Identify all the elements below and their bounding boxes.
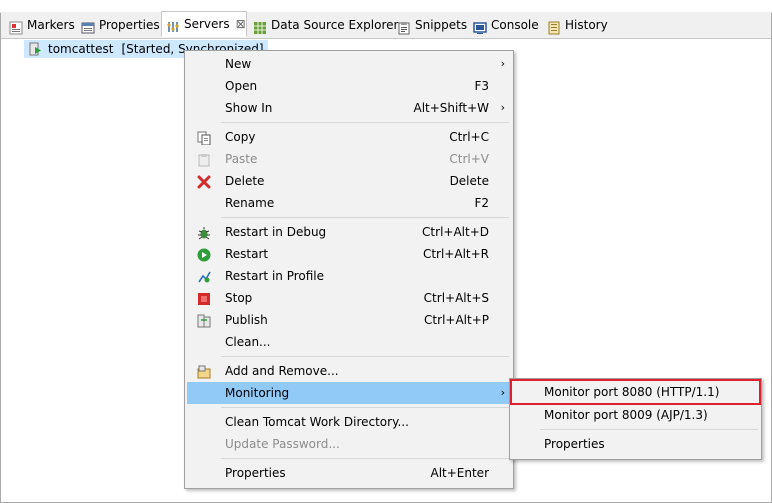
menu-item-shortcut: Ctrl+V <box>449 152 489 166</box>
submenu-arrow-icon: › <box>500 57 505 70</box>
stop-icon <box>197 291 211 305</box>
tab-properties[interactable]: Properties <box>81 12 160 38</box>
menu-item-label: Update Password... <box>225 437 340 451</box>
submenu-item-monitor-port-8009[interactable]: Monitor port 8009 (AJP/1.3) <box>512 404 759 426</box>
view-tab-bar: Markers Properties Servers ⊠ Data Source… <box>1 11 771 39</box>
context-menu: New › Open F3 Show In Alt+Shift+W › Copy… <box>184 50 514 489</box>
server-started-icon <box>28 42 42 56</box>
menu-item-clean[interactable]: Clean... <box>187 331 511 353</box>
menu-item-shortcut: F2 <box>474 196 489 210</box>
tab-label: Snippets <box>415 18 468 32</box>
menu-separator <box>221 217 509 218</box>
tab-label: Console <box>491 18 539 32</box>
menu-item-shortcut: F3 <box>474 79 489 93</box>
menu-item-shortcut: Ctrl+Alt+S <box>423 291 489 305</box>
menu-item-clean-tomcat-work-directory[interactable]: Clean Tomcat Work Directory... <box>187 411 511 433</box>
menu-item-shortcut: Ctrl+C <box>449 130 489 144</box>
tab-label: Properties <box>99 18 160 32</box>
menu-separator <box>221 407 509 408</box>
menu-item-new[interactable]: New › <box>187 53 511 75</box>
submenu-arrow-icon: › <box>500 386 505 399</box>
profile-icon <box>197 269 211 283</box>
monitoring-submenu: Monitor port 8080 (HTTP/1.1) Monitor por… <box>509 378 762 460</box>
menu-item-restart-in-profile[interactable]: Restart in Profile <box>187 265 511 287</box>
menu-item-show-in[interactable]: Show In Alt+Shift+W › <box>187 97 511 119</box>
server-name: tomcattest <box>48 42 114 56</box>
menu-item-label: Restart in Debug <box>225 225 327 239</box>
tab-servers[interactable]: Servers ⊠ <box>161 11 247 37</box>
menu-item-restart-in-debug[interactable]: Restart in Debug Ctrl+Alt+D <box>187 221 511 243</box>
submenu-item-monitor-port-8080[interactable]: Monitor port 8080 (HTTP/1.1) <box>510 379 761 405</box>
menu-separator <box>221 122 509 123</box>
menu-item-label: Publish <box>225 313 268 327</box>
menu-separator <box>221 458 509 459</box>
menu-item-label: Clean... <box>225 335 271 349</box>
menu-item-add-and-remove[interactable]: Add and Remove... <box>187 360 511 382</box>
tab-snippets[interactable]: Snippets <box>397 12 467 38</box>
menu-item-delete[interactable]: Delete Delete <box>187 170 511 192</box>
paste-icon <box>197 152 211 167</box>
menu-item-label: Restart <box>225 247 269 261</box>
menu-item-shortcut: Ctrl+Alt+R <box>422 247 489 261</box>
menu-item-restart[interactable]: Restart Ctrl+Alt+R <box>187 243 511 265</box>
snippets-icon <box>397 18 411 35</box>
menu-item-shortcut: Ctrl+Alt+P <box>424 313 489 327</box>
menu-item-rename[interactable]: Rename F2 <box>187 192 511 214</box>
menu-item-shortcut: Alt+Shift+W <box>413 101 490 115</box>
menu-item-label: Open <box>225 79 258 93</box>
menu-item-properties[interactable]: Properties Alt+Enter <box>187 462 511 484</box>
menu-item-label: Show In <box>225 101 273 115</box>
servers-icon <box>166 17 180 32</box>
history-icon <box>547 18 561 35</box>
menu-separator <box>221 356 509 357</box>
menu-item-label: Properties <box>225 466 286 480</box>
menu-item-paste: Paste Ctrl+V <box>187 148 511 170</box>
submenu-item-label: Properties <box>544 437 605 451</box>
properties-icon <box>81 18 95 34</box>
restart-icon <box>197 247 211 262</box>
menu-item-shortcut: Ctrl+Alt+D <box>422 225 489 239</box>
menu-item-open[interactable]: Open F3 <box>187 75 511 97</box>
tab-data-source-explorer[interactable]: Data Source Explorer <box>253 12 398 38</box>
menu-item-label: Paste <box>225 152 258 166</box>
submenu-arrow-icon: › <box>500 101 505 114</box>
delete-icon <box>197 174 211 189</box>
menu-item-publish[interactable]: Publish Ctrl+Alt+P <box>187 309 511 331</box>
menu-item-shortcut: Delete <box>449 174 489 188</box>
menu-item-copy[interactable]: Copy Ctrl+C <box>187 126 511 148</box>
tab-markers[interactable]: Markers <box>9 12 75 38</box>
menu-item-label: Restart in Profile <box>225 269 325 283</box>
menu-item-label: Stop <box>225 291 253 305</box>
copy-icon <box>197 130 211 146</box>
menu-item-label: Monitoring <box>225 386 290 400</box>
add-remove-icon <box>197 364 211 379</box>
menu-item-shortcut: Alt+Enter <box>430 466 489 480</box>
tab-label: Data Source Explorer <box>271 18 399 32</box>
submenu-item-properties[interactable]: Properties <box>512 433 759 455</box>
submenu-item-label: Monitor port 8009 (AJP/1.3) <box>544 408 708 422</box>
menu-item-label: Add and Remove... <box>225 364 339 378</box>
tab-history[interactable]: History <box>547 12 608 38</box>
data-source-icon <box>253 18 267 34</box>
tab-label: History <box>565 18 608 32</box>
menu-item-update-password: Update Password... <box>187 433 511 455</box>
publish-icon <box>197 313 211 328</box>
menu-item-label: New <box>225 57 252 71</box>
console-icon <box>473 18 487 34</box>
tab-label: Markers <box>27 18 75 32</box>
tab-label: Servers <box>184 17 230 31</box>
submenu-separator <box>540 429 758 430</box>
submenu-item-label: Monitor port 8080 (HTTP/1.1) <box>544 385 720 399</box>
menu-item-monitoring[interactable]: Monitoring › <box>187 382 511 404</box>
menu-item-label: Delete <box>225 174 265 188</box>
tab-console[interactable]: Console <box>473 12 539 38</box>
close-tab-icon[interactable]: ⊠ <box>236 11 246 37</box>
menu-item-stop[interactable]: Stop Ctrl+Alt+S <box>187 287 511 309</box>
markers-icon <box>9 18 23 35</box>
menu-item-label: Copy <box>225 130 256 144</box>
debug-icon <box>197 225 211 240</box>
menu-item-label: Clean Tomcat Work Directory... <box>225 415 409 429</box>
menu-item-label: Rename <box>225 196 275 210</box>
